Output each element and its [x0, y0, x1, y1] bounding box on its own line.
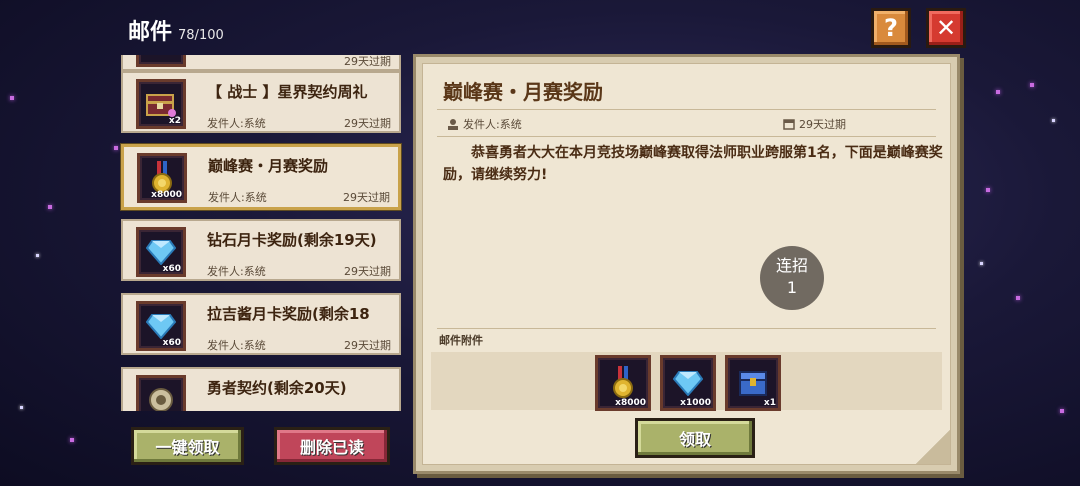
chest-icon: [739, 371, 767, 396]
mail-item[interactable]: 29天过期: [121, 55, 401, 71]
item-icon-box: [136, 55, 186, 67]
detail-sender: 发件人:系统: [447, 116, 522, 132]
star-decoration: [1030, 83, 1034, 87]
item-icon-box: x60: [136, 301, 186, 351]
attachment-quantity: x1: [763, 398, 776, 408]
delete-read-label: 删除已读: [299, 438, 364, 457]
mail-item[interactable]: x60 钻石月卡奖励(剩余19天) 发件人:系统 29天过期: [121, 219, 401, 281]
claim-all-button[interactable]: 一键领取: [131, 427, 244, 465]
mail-sender: 发件人:系统: [207, 117, 266, 130]
mail-list[interactable]: 29天过期 x2 【 战士 】星界契约周礼 发件人:系统 29天过期 x8000: [118, 55, 404, 411]
mail-sender: 发件人:系统: [207, 265, 266, 278]
mail-title: 钻石月卡奖励(剩余19天): [207, 231, 377, 249]
item-icon-box: x2: [136, 79, 186, 129]
page-fold-corner: [916, 430, 950, 464]
claim-button[interactable]: 领取: [635, 418, 755, 458]
mail-item[interactable]: x60 拉吉酱月卡奖励(剩余18 发件人:系统 29天过期: [121, 293, 401, 355]
attachment-item[interactable]: x8000: [595, 355, 651, 411]
mail-title: 勇者契约(剩余20天): [207, 379, 347, 397]
calendar-icon: [783, 119, 795, 130]
item-quantity: x60: [162, 264, 181, 274]
divider: [437, 328, 936, 329]
attachment-quantity: x8000: [615, 398, 646, 408]
item-icon-box: x60: [136, 227, 186, 277]
star-decoration: [10, 96, 14, 100]
mail-expire: 29天过期: [344, 339, 391, 352]
star-decoration: [70, 438, 74, 442]
item-quantity: x60: [162, 338, 181, 348]
divider: [437, 109, 936, 110]
mail-item[interactable]: 勇者契约(剩余20天): [121, 367, 401, 411]
page-title: 邮件 78/100: [128, 14, 224, 46]
combo-value: 1: [786, 278, 798, 297]
mail-sender: 发件人:系统: [207, 339, 266, 352]
star-decoration: [1060, 409, 1064, 413]
item-quantity: x2: [168, 116, 181, 126]
page-title-text: 邮件: [128, 20, 173, 45]
detail-body: 恭喜勇者大大在本月竞技场巅峰赛取得法师职业跨服第1名，下面是巅峰赛奖励，请继续努…: [443, 145, 943, 183]
star-decoration: [36, 254, 39, 257]
mail-item[interactable]: x2 【 战士 】星界契约周礼 发件人:系统 29天过期: [121, 71, 401, 133]
mail-detail-paper: 巅峰赛・月赛奖励 发件人:系统 29天过期 恭喜勇者大大在本月竞技场巅峰赛取得法…: [422, 63, 951, 465]
claim-all-label: 一键领取: [155, 438, 220, 457]
mail-title: 巅峰赛・月赛奖励: [208, 157, 329, 175]
mail-expire: 29天过期: [344, 265, 391, 278]
attachment-item[interactable]: x1: [725, 355, 781, 411]
mail-count: 78/100: [178, 28, 224, 43]
attachments-label: 邮件附件: [439, 334, 483, 347]
star-decoration: [986, 188, 990, 192]
diamond-icon: [146, 314, 176, 339]
detail-sender-text: 发件人:系统: [463, 118, 522, 131]
star-decoration: [996, 90, 1000, 94]
diamond-icon: [673, 371, 703, 396]
mail-expire: 29天过期: [344, 55, 391, 68]
star-decoration: [1052, 119, 1055, 122]
close-icon: ✕: [935, 14, 957, 42]
combo-label: 连招: [775, 256, 808, 275]
mail-detail-panel: 巅峰赛・月赛奖励 发件人:系统 29天过期 恭喜勇者大大在本月竞技场巅峰赛取得法…: [413, 54, 960, 474]
star-decoration: [980, 262, 983, 265]
detail-title: 巅峰赛・月赛奖励: [443, 80, 603, 104]
item-icon-box: [136, 375, 186, 411]
mail-title: 【 战士 】星界契约周礼: [207, 83, 368, 101]
coin-icon: [149, 388, 173, 411]
medal-icon: [613, 366, 633, 398]
divider: [437, 136, 936, 137]
star-decoration: [1016, 296, 1020, 300]
mail-title: 拉吉酱月卡奖励(剩余18: [207, 305, 370, 323]
mail-expire: 29天过期: [344, 117, 391, 130]
item-icon-box: x8000: [137, 153, 187, 203]
star-decoration: [48, 205, 52, 209]
attachment-item[interactable]: x1000: [660, 355, 716, 411]
attachment-quantity: x1000: [680, 398, 711, 408]
gift-chest-icon: [146, 94, 176, 117]
detail-expire-text: 29天过期: [799, 118, 846, 131]
claim-label: 领取: [678, 430, 711, 449]
detail-expire: 29天过期: [783, 116, 846, 132]
delete-read-button[interactable]: 删除已读: [274, 427, 390, 465]
user-icon: [448, 119, 458, 130]
diamond-icon: [146, 240, 176, 265]
mail-expire: 29天过期: [343, 191, 390, 204]
help-button[interactable]: ?: [871, 8, 911, 48]
mail-sender: 发件人:系统: [208, 191, 267, 204]
combo-counter: 连招 1: [760, 246, 824, 310]
mail-item-selected[interactable]: x8000 巅峰赛・月赛奖励 发件人:系统 29天过期: [121, 144, 401, 210]
question-icon: ?: [884, 14, 898, 42]
star-decoration: [20, 406, 23, 409]
close-button[interactable]: ✕: [926, 8, 966, 48]
item-quantity: x8000: [151, 190, 182, 200]
